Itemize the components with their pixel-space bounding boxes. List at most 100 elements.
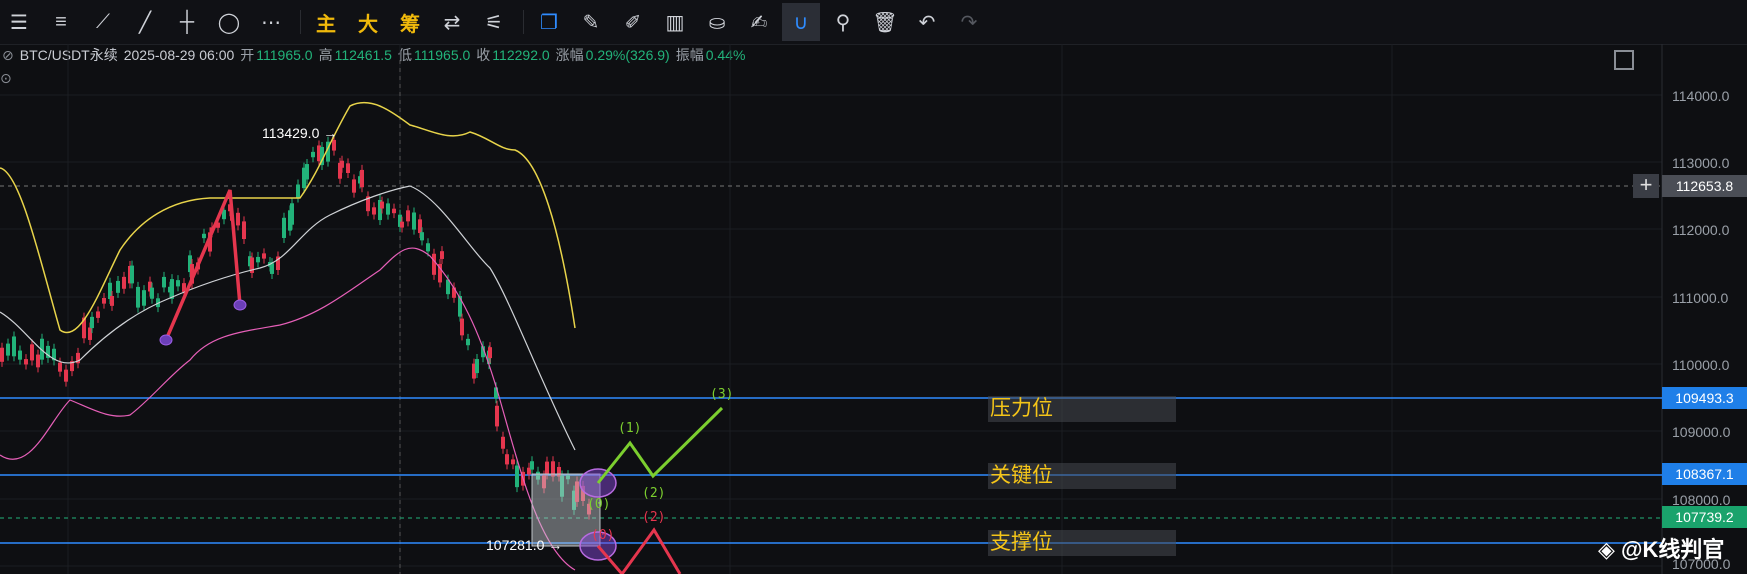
candle-body <box>505 454 509 465</box>
candle-body <box>0 347 4 362</box>
candle-body <box>96 311 100 318</box>
candle-body <box>270 263 274 274</box>
candle-body <box>386 203 390 215</box>
axis-tick: 109000.0 <box>1672 424 1731 440</box>
compare-icon[interactable]: ⇄ <box>433 3 471 41</box>
candles-icon[interactable]: ▥ <box>656 3 694 41</box>
candle-body <box>142 290 146 306</box>
support-label[interactable]: 支撑位 <box>988 530 1176 556</box>
trend-line-icon[interactable]: ⟋ <box>84 3 122 41</box>
candle-body <box>18 350 22 360</box>
resistance-label[interactable]: 压力位 <box>988 396 1176 422</box>
candle-body <box>58 362 62 372</box>
axis-tick: 111000.0 <box>1672 290 1729 306</box>
candle-body <box>400 221 404 228</box>
more-icon[interactable]: ⋯ <box>252 3 290 41</box>
candle-body <box>488 347 492 359</box>
candle-body <box>530 461 534 470</box>
candle-body <box>110 295 114 306</box>
key-level-label[interactable]: 关键位 <box>988 463 1176 489</box>
candle-body <box>426 243 430 252</box>
wave-label-2: (2) <box>642 486 665 501</box>
lock-icon[interactable]: ⛀ <box>698 3 736 41</box>
green-price-tag: 107739.2 <box>1662 506 1747 528</box>
candle-body <box>6 343 10 356</box>
candle-body <box>515 465 519 488</box>
candle-body <box>332 139 336 151</box>
candle-body <box>440 251 444 259</box>
ellipse-icon[interactable]: ◯ <box>210 3 248 41</box>
candle-body <box>340 160 344 168</box>
magnet-icon[interactable]: ∪ <box>782 3 820 41</box>
price-chart[interactable]: (1) (2) (3) (0) (2) (0) 113429.0 → 10728… <box>0 44 1747 574</box>
candle-body <box>412 212 416 230</box>
filter-icon[interactable]: ⚲ <box>824 3 862 41</box>
candle-body <box>242 221 246 240</box>
undo-icon[interactable]: ↶ <box>908 3 946 41</box>
candle-body <box>290 203 294 225</box>
candle-body <box>150 287 154 299</box>
candle-body <box>136 286 140 308</box>
drawing-toolbar: ☰ ≡ ⟋ ╱ ┼ ◯ ⋯ 主大筹 ⇄ ⚟ ❐ ✎ ✐ ▥ ⛀ ✍ ∪ ⚲ 🗑 ↶ ↷ <box>0 0 1747 45</box>
candle-body <box>495 405 499 427</box>
candle-body <box>30 344 34 361</box>
candle-body <box>392 208 396 214</box>
indicator-button-1[interactable]: 大 <box>349 3 387 41</box>
candle-body <box>170 279 174 299</box>
candle-body <box>202 233 206 239</box>
candle-body <box>176 280 180 287</box>
candle-body <box>360 169 364 188</box>
candle-body <box>372 207 376 215</box>
candle-body <box>36 354 40 368</box>
candle-body <box>256 256 260 263</box>
resistance-price-tag: 109493.3 <box>1662 387 1747 409</box>
candle-body <box>12 336 16 357</box>
indicator-button-0[interactable]: 主 <box>307 3 345 41</box>
ray-icon[interactable]: ╱ <box>126 3 164 41</box>
bullish-projection <box>596 406 724 484</box>
wave-label-red-0: (0) <box>591 528 614 543</box>
indicator-button-2[interactable]: 筹 <box>391 3 429 41</box>
candle-body <box>352 179 356 193</box>
candle-body <box>24 359 28 365</box>
watermark: ◈ @K线判官 <box>1598 537 1725 562</box>
horizontal-line-icon[interactable]: ┼ <box>168 3 206 41</box>
candle-body <box>346 163 350 173</box>
candle-body <box>102 297 106 304</box>
candle-body <box>475 359 479 374</box>
edit-icon[interactable]: ✍ <box>740 3 778 41</box>
candle-body <box>511 459 515 465</box>
redo-icon[interactable]: ↷ <box>950 3 988 41</box>
candle-body <box>420 232 424 241</box>
candle-body <box>64 369 68 382</box>
low-marker: 107281.0 → <box>486 537 562 553</box>
candle-body <box>418 219 422 234</box>
wave-label-red-2: (2) <box>642 510 665 525</box>
copy-icon[interactable]: ❐ <box>530 3 568 41</box>
candle-body <box>406 210 410 222</box>
candle-body <box>432 253 436 275</box>
menu-icon[interactable]: ☰ <box>0 3 38 41</box>
wave-label-3: (3) <box>710 387 733 402</box>
key-price-tag: 108367.1 <box>1662 463 1747 485</box>
toolbar-divider <box>523 10 524 34</box>
candle-body <box>311 151 315 158</box>
brush-icon[interactable]: ✐ <box>614 3 652 41</box>
lines-icon[interactable]: ≡ <box>42 3 80 41</box>
candle-body <box>380 201 384 209</box>
measure-icon[interactable]: ⚟ <box>475 3 513 41</box>
candle-body <box>116 280 120 293</box>
candle-body <box>545 461 549 475</box>
fullscreen-icon[interactable] <box>1614 50 1634 70</box>
axis-tick: 112000.0 <box>1672 222 1730 238</box>
candle-body <box>122 276 126 289</box>
middle-band <box>0 185 576 451</box>
candle-body <box>296 184 300 198</box>
candlesticks <box>0 134 591 520</box>
candle-body <box>162 276 166 288</box>
lower-band <box>0 247 576 571</box>
ruler-icon[interactable]: ✎ <box>572 3 610 41</box>
trash-icon[interactable]: 🗑 <box>866 3 904 41</box>
candle-body <box>466 338 470 346</box>
add-crosshair-button[interactable]: + <box>1633 174 1659 198</box>
